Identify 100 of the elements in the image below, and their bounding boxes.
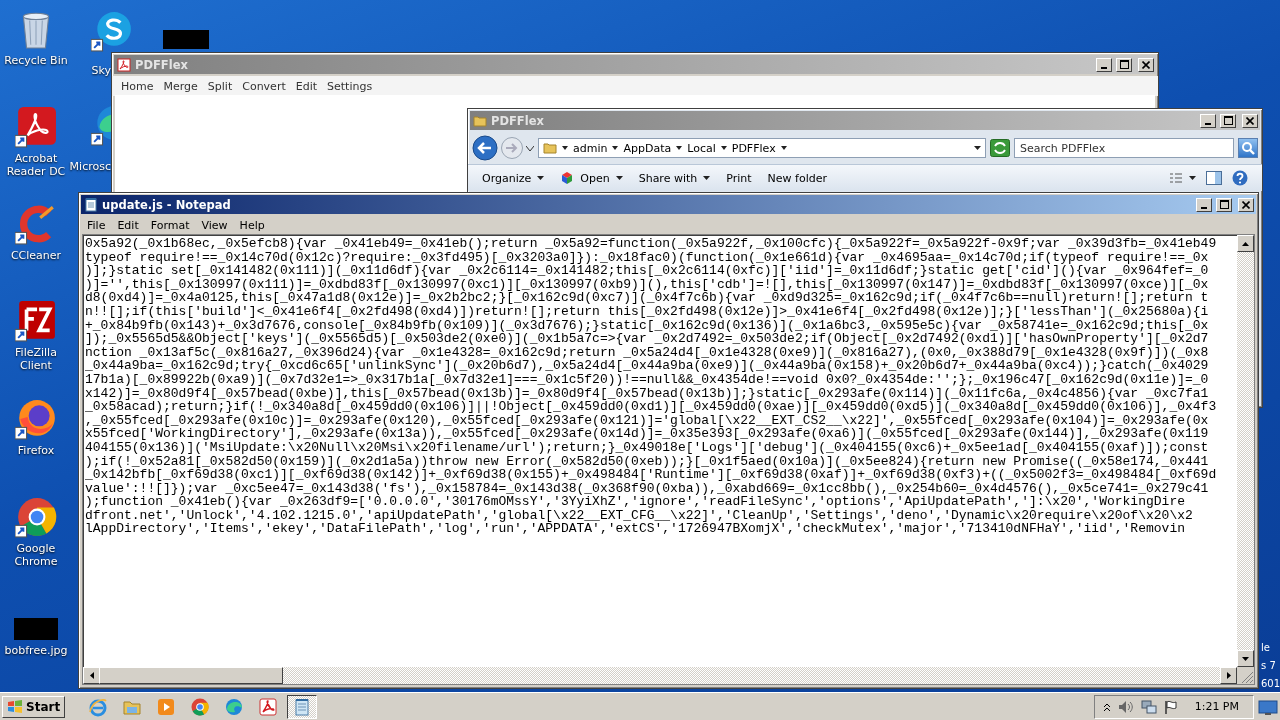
close-button[interactable]: [1138, 57, 1154, 72]
search-field[interactable]: Search PDFFlex: [1014, 138, 1234, 158]
up-arrow-icon[interactable]: [1242, 241, 1249, 246]
refresh-button[interactable]: [990, 139, 1010, 157]
code-line: )]='',this[_0x130997(0x111)]=_0xdbd83f[_0x130997(0xc1)][_0x130997(0xb9)](),this['cdb']=![],this[_0x130997(0x147)]=_0xdbd83f[_0x130997(0xce)][_0x: [85, 277, 1209, 292]
window-title: update.js - Notepad: [102, 197, 232, 212]
maximize-button[interactable]: [1220, 113, 1236, 128]
text-editor[interactable]: [82, 234, 1255, 685]
caret-icon: [974, 146, 981, 150]
menu-item[interactable]: Split: [202, 79, 238, 93]
filezilla-icon: [15, 300, 57, 342]
right-arrow-icon[interactable]: [1226, 672, 1231, 679]
pdf-icon: [117, 57, 131, 72]
start-button[interactable]: Start: [2, 695, 66, 718]
desktop-watermark-text: s 7: [1261, 660, 1276, 671]
history-caret-icon[interactable]: [526, 145, 534, 151]
vertical-scrollbar[interactable]: [1237, 235, 1254, 667]
code-line: x55fced['WorkingDirectory'],_0x293afe(0x13a)),_0x55fced[_0x293afe(0x14d)]=_0x35e393[_0x293afe(0xa6)](_0x55fced[_0x293afe(0x144)],_0x293afe(0x119: [85, 427, 1209, 441]
breadcrumb-item[interactable]: PDFFlex: [731, 141, 776, 155]
chevron-icon: [780, 145, 787, 151]
maximize-button[interactable]: [1116, 57, 1132, 72]
program-icon: [560, 171, 575, 185]
icon-label[interactable]: FileZilla Client: [0, 346, 73, 372]
preview-pane-icon[interactable]: [1206, 171, 1222, 185]
maximize-icon: [1223, 116, 1233, 125]
play-icon: [156, 696, 177, 717]
search-button[interactable]: [1238, 138, 1258, 158]
menu-item[interactable]: Format: [144, 218, 196, 232]
breadcrumb-item[interactable]: AppData: [623, 141, 672, 155]
acrobat-icon: [15, 106, 57, 148]
close-button[interactable]: [1238, 197, 1254, 212]
breadcrumb-item[interactable]: Local: [687, 141, 716, 155]
icon-label[interactable]: Microsc: [69, 160, 111, 173]
menu-item[interactable]: Home: [116, 79, 159, 93]
menu-item[interactable]: Edit: [290, 79, 323, 93]
folder-icon: [473, 113, 487, 128]
menu-item[interactable]: Edit: [111, 218, 145, 232]
code-line: ]);_0x5565d5&&Object['keys'](_0x5565d5)[_0x503de2(0xe0)](_0x1b5a7c=>{var _0x2d7492=_0x503de2;if(Object[_0x2d7492(0xd1)]['hasOwnProperty'][_0x2d7: [85, 332, 1209, 346]
menu-item[interactable]: View: [195, 218, 234, 232]
left-arrow-icon[interactable]: [89, 672, 94, 679]
icon-label[interactable]: CCleaner: [10, 249, 62, 262]
icon-label[interactable]: bobfree.jpg: [4, 644, 68, 657]
close-icon: [1242, 200, 1250, 209]
ie-icon: [88, 696, 109, 717]
code-line: _0x58acad);return;}if(!_0x340a8d[_0x459dd0(0x106)]||!Object[_0x459dd0(0xd1)][_0x459dd0(0xae)][_0x459dd0(0xd5)](_0x340a8d[_0x459dd0(0x106)],_0x4f3: [85, 400, 1217, 414]
toolbar-button[interactable]: Open: [554, 169, 629, 187]
minimize-button[interactable]: [1196, 197, 1212, 212]
address-bar[interactable]: admin AppData Local PDFFlex: [538, 138, 986, 158]
code-line: );if(!_0x52a81[_0x582d50(0x159)](_0x2d1a5a))throw new Error(_0x582d50(0xeb));}[_0x1f5aed(0x10a)](_0x5ee824){return new Promise((_0x58e174,_0x441: [85, 454, 1209, 469]
minimize-icon: [1205, 122, 1211, 125]
code-line: ,_0x55fced[_0x293afe(0x10c)]=_0x293afe(0x120),_0x55fced[_0x293afe(0x121)]='global[\x22__EXT_CS2__\x22]',_0x55fced[_0x293afe(0x104)]=_0x293afe(0x: [85, 413, 1209, 428]
network-icon[interactable]: [1140, 699, 1157, 714]
close-button[interactable]: [1242, 113, 1258, 128]
maximize-icon: [1119, 60, 1129, 69]
icon-label[interactable]: Recycle Bin: [4, 54, 68, 67]
chrome-icon: [15, 496, 57, 538]
chevron-up-icon[interactable]: [1102, 701, 1111, 712]
help-icon[interactable]: [1232, 170, 1248, 186]
chevron-icon: [562, 145, 568, 151]
view-options-icon[interactable]: [1170, 172, 1196, 184]
icon-label[interactable]: Google Chrome: [0, 542, 73, 568]
toolbar-button[interactable]: New folder: [761, 169, 833, 187]
down-arrow-icon[interactable]: [1242, 656, 1249, 661]
ccleaner-icon: [15, 203, 57, 245]
icon-label[interactable]: Firefox: [17, 444, 55, 457]
chrome-icon: [190, 696, 211, 717]
code-line: value':!![]});var _0xc5ee47=_0x143d38('fs'),_0x158784=_0x143d38(_0x368f90(0xba)),_0xabd669=_0x1cc8bb(),_0x254b60=_0x4d4576(),_0x5ce741=_0x279c41: [85, 481, 1209, 496]
menu-item[interactable]: Help: [233, 218, 271, 232]
menu-item[interactable]: Convert: [237, 79, 291, 93]
toolbar-button[interactable]: Print: [720, 169, 758, 187]
edge-icon: [224, 696, 245, 717]
close-icon: [1246, 116, 1254, 125]
back-button[interactable]: [472, 135, 498, 161]
code-line: typeof require!==_0x14c70d(0x12c)?require:_0x3fd495)[_0x3203a0]}):_0x18fac0)(function(_0x1e661d){var _0x4695aa=_0x14c70d;if(typeof require!==_0x: [85, 250, 1209, 265]
code-line: 17b1a)[_0x89922b(0xa9)](_0x7d32e1=>_0x317b1a[_0x7d32e1]===_0x1c5f20))!==null&&_0x4354de!==void 0x0?_0x4354de:'';};_0x196c47[_0x162c9d(0x11e)]=_0: [85, 372, 1209, 387]
desktop-watermark-text: le: [1261, 642, 1270, 653]
icon-label[interactable]: Sky: [91, 64, 111, 77]
desktop-watermark-text: 601: [1261, 678, 1280, 689]
menu-item[interactable]: Merge: [158, 79, 203, 93]
minimize-icon: [1201, 206, 1207, 209]
menu-item[interactable]: Settings: [322, 79, 378, 93]
minimize-button[interactable]: [1200, 113, 1216, 128]
clock[interactable]: 1:21 PM: [1194, 700, 1239, 713]
flag-icon[interactable]: [1163, 699, 1178, 714]
code-line: dfront.net','Unlock','4.102.1215.0','apiUpdatePath','global[\x22__EXT_CFG__\x22]','CleanUp','Settings','deno','Dynamic\x20require\x20of\x20\x2: [85, 508, 1193, 523]
toolbar-button[interactable]: Organize: [476, 169, 551, 187]
show-desktop-icon[interactable]: [1258, 697, 1278, 716]
minimize-button[interactable]: [1096, 57, 1112, 72]
code-line: _0x44a9ba=_0x162c9d;try{_0xcd6c65['unlinkSync'](_0x20b6d7),_0x5a24d4[_0x44a9ba(0xe9)](_0x44a9ba(0x158)+_0x20b6d7+_0x44a9ba(0xc4));}catch(_0x4029: [85, 359, 1209, 373]
menu-item[interactable]: File: [81, 218, 112, 232]
toolbar-button[interactable]: Share with: [632, 169, 717, 187]
maximize-button[interactable]: [1216, 197, 1232, 212]
breadcrumb-item[interactable]: admin: [573, 141, 608, 155]
taskbar-button[interactable]: [287, 694, 318, 719]
folder-icon: [543, 141, 557, 155]
horizontal-scrollbar[interactable]: [83, 667, 1237, 684]
close-icon: [1142, 60, 1150, 69]
resize-grip-icon[interactable]: [1237, 667, 1254, 684]
window-title: PDFFlex: [135, 57, 189, 72]
speaker-icon[interactable]: [1117, 699, 1134, 714]
